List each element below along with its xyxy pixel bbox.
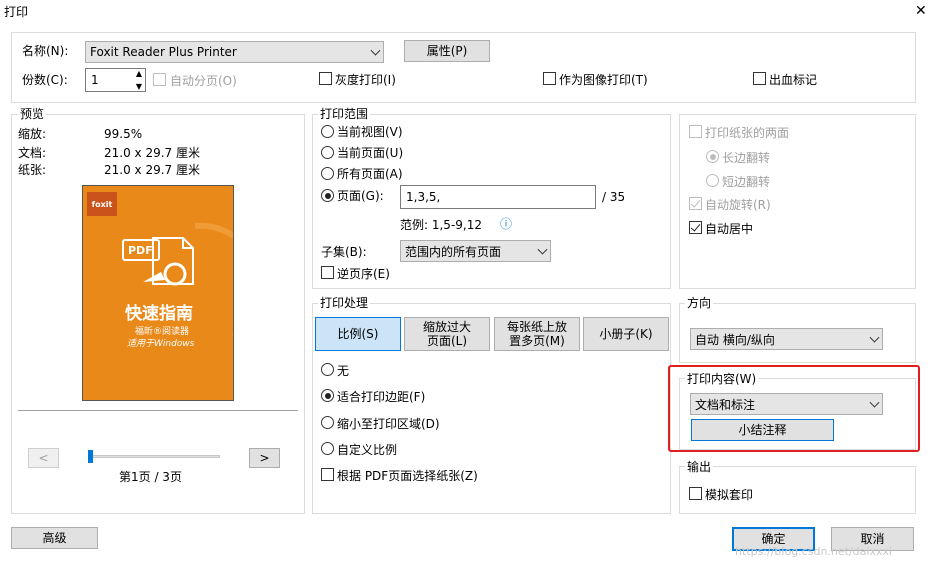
pages-input-value: 1,3,5, — [406, 190, 441, 204]
auto-rotate-label: 自动旋转(R) — [705, 198, 771, 212]
watermark: https://blog.csdn.net/daixxxi — [735, 545, 893, 558]
page-slider-track[interactable] — [88, 455, 220, 458]
simulate-overprint-label: 模拟套印 — [705, 488, 754, 502]
pages-label: 页面(G): — [337, 189, 384, 203]
bleed-marks-label: 出血标记 — [769, 73, 818, 87]
collate-label: 自动分页(O) — [170, 74, 237, 88]
reverse-order-label: 逆页序(E) — [337, 267, 390, 281]
fit-margins-radio[interactable] — [321, 389, 334, 402]
shrink-label: 缩小至打印区域(D) — [337, 417, 440, 431]
paper-size-value: 21.0 x 29.7 厘米 — [104, 163, 200, 177]
info-icon[interactable]: ⓘ — [500, 217, 512, 231]
preview-divider — [18, 410, 298, 411]
current-page-label: 当前页面(U) — [337, 146, 404, 160]
choose-paper-label: 根据 PDF页面选择纸张(Z) — [337, 469, 478, 483]
grayscale-checkbox[interactable] — [319, 72, 332, 85]
cover-subtitle2: 适用于Windows — [127, 339, 195, 349]
chevron-down-icon — [869, 332, 880, 343]
preview-label: 预览 — [18, 107, 47, 121]
properties-button[interactable]: 属性(P) — [404, 40, 490, 62]
tab-scale[interactable]: 比例(S) — [315, 317, 401, 351]
printer-select[interactable]: Foxit Reader Plus Printer — [85, 41, 384, 63]
printer-select-value: Foxit Reader Plus Printer — [90, 45, 237, 59]
all-pages-radio[interactable] — [321, 167, 334, 180]
long-edge-label: 长边翻转 — [722, 151, 771, 165]
copies-value: 1 — [91, 73, 99, 87]
current-view-radio[interactable] — [321, 125, 334, 138]
prev-page-button[interactable]: < — [28, 448, 59, 468]
all-pages-label: 所有页面(A) — [337, 167, 403, 181]
print-handling-label: 打印处理 — [318, 296, 371, 310]
cover-pdf-text: PDF — [128, 244, 153, 257]
auto-center-checkbox[interactable] — [689, 221, 702, 234]
subset-select[interactable]: 范围内的所有页面 — [400, 240, 551, 262]
preview-page: foxit PDF 快速指南 福昕®阅读器 适用于Windows — [82, 185, 234, 401]
zoom-label: 缩放: — [18, 127, 47, 141]
range-example: 范例: 1,5-9,12 — [400, 218, 482, 232]
fit-margins-label: 适合打印边距(F) — [337, 390, 426, 404]
scale-none-label: 无 — [337, 364, 350, 378]
print-as-image-label: 作为图像打印(T) — [559, 73, 648, 87]
auto-rotate-checkbox[interactable] — [689, 197, 702, 210]
subset-select-value: 范围内的所有页面 — [405, 244, 502, 259]
stepper-down-icon[interactable]: ▼ — [136, 82, 142, 91]
close-icon[interactable]: ✕ — [915, 4, 927, 18]
print-range-label: 打印范围 — [318, 107, 371, 121]
chevron-down-icon — [537, 244, 548, 255]
copies-stepper[interactable]: 1 ▲ ▼ — [85, 68, 146, 92]
stepper-up-icon[interactable]: ▲ — [136, 69, 142, 78]
chevron-down-icon — [370, 45, 381, 56]
orientation-label: 方向 — [685, 296, 714, 310]
chevron-left-icon: < — [38, 451, 49, 465]
tab-booklet[interactable]: 小册子(K) — [583, 317, 669, 351]
both-sides-label: 打印纸张的两面 — [705, 126, 790, 140]
output-label: 输出 — [685, 460, 714, 474]
tab-multiple[interactable]: 每张纸上放 置多页(M) — [494, 317, 580, 351]
highlight-box — [668, 365, 920, 452]
pages-radio[interactable] — [321, 189, 334, 202]
long-edge-radio[interactable] — [706, 150, 719, 163]
custom-scale-label: 自定义比例 — [337, 443, 398, 457]
copies-label: 份数(C): — [22, 73, 68, 87]
advanced-button[interactable]: 高级 — [11, 527, 98, 549]
pages-input[interactable]: 1,3,5, — [400, 185, 596, 209]
window-title: 打印 — [4, 5, 29, 19]
bleed-marks-checkbox[interactable] — [753, 72, 766, 85]
doc-size-label: 文档: — [18, 146, 47, 160]
chevron-right-icon: > — [259, 451, 270, 465]
pdf-document-icon — [122, 222, 233, 336]
shrink-radio[interactable] — [321, 416, 334, 429]
scale-none-radio[interactable] — [321, 363, 334, 376]
short-edge-radio[interactable] — [706, 174, 719, 187]
page-indicator: 第1页 / 3页 — [119, 470, 182, 484]
choose-paper-checkbox[interactable] — [321, 468, 334, 481]
short-edge-label: 短边翻转 — [722, 175, 771, 189]
printer-name-label: 名称(N): — [22, 44, 69, 58]
simulate-overprint-checkbox[interactable] — [689, 487, 702, 500]
collate-checkbox[interactable] — [153, 73, 166, 86]
auto-center-label: 自动居中 — [705, 222, 754, 236]
paper-size-label: 纸张: — [18, 163, 47, 177]
grayscale-label: 灰度打印(I) — [335, 73, 396, 87]
reverse-order-checkbox[interactable] — [321, 266, 334, 279]
subset-label: 子集(B): — [321, 245, 367, 259]
doc-size-value: 21.0 x 29.7 厘米 — [104, 146, 200, 160]
zoom-value: 99.5% — [104, 127, 143, 141]
current-page-radio[interactable] — [321, 146, 334, 159]
cover-title: 快速指南 — [125, 304, 193, 324]
orientation-select-value: 自动 横向/纵向 — [695, 332, 775, 347]
page-slider-thumb[interactable] — [88, 450, 93, 463]
tab-oversize[interactable]: 缩放过大 页面(L) — [404, 317, 490, 351]
pages-total: / 35 — [602, 190, 626, 204]
both-sides-checkbox[interactable] — [689, 125, 702, 138]
current-view-label: 当前视图(V) — [337, 125, 403, 139]
next-page-button[interactable]: > — [249, 448, 280, 468]
print-as-image-checkbox[interactable] — [543, 72, 556, 85]
orientation-select[interactable]: 自动 横向/纵向 — [690, 328, 883, 350]
custom-scale-radio[interactable] — [321, 442, 334, 455]
